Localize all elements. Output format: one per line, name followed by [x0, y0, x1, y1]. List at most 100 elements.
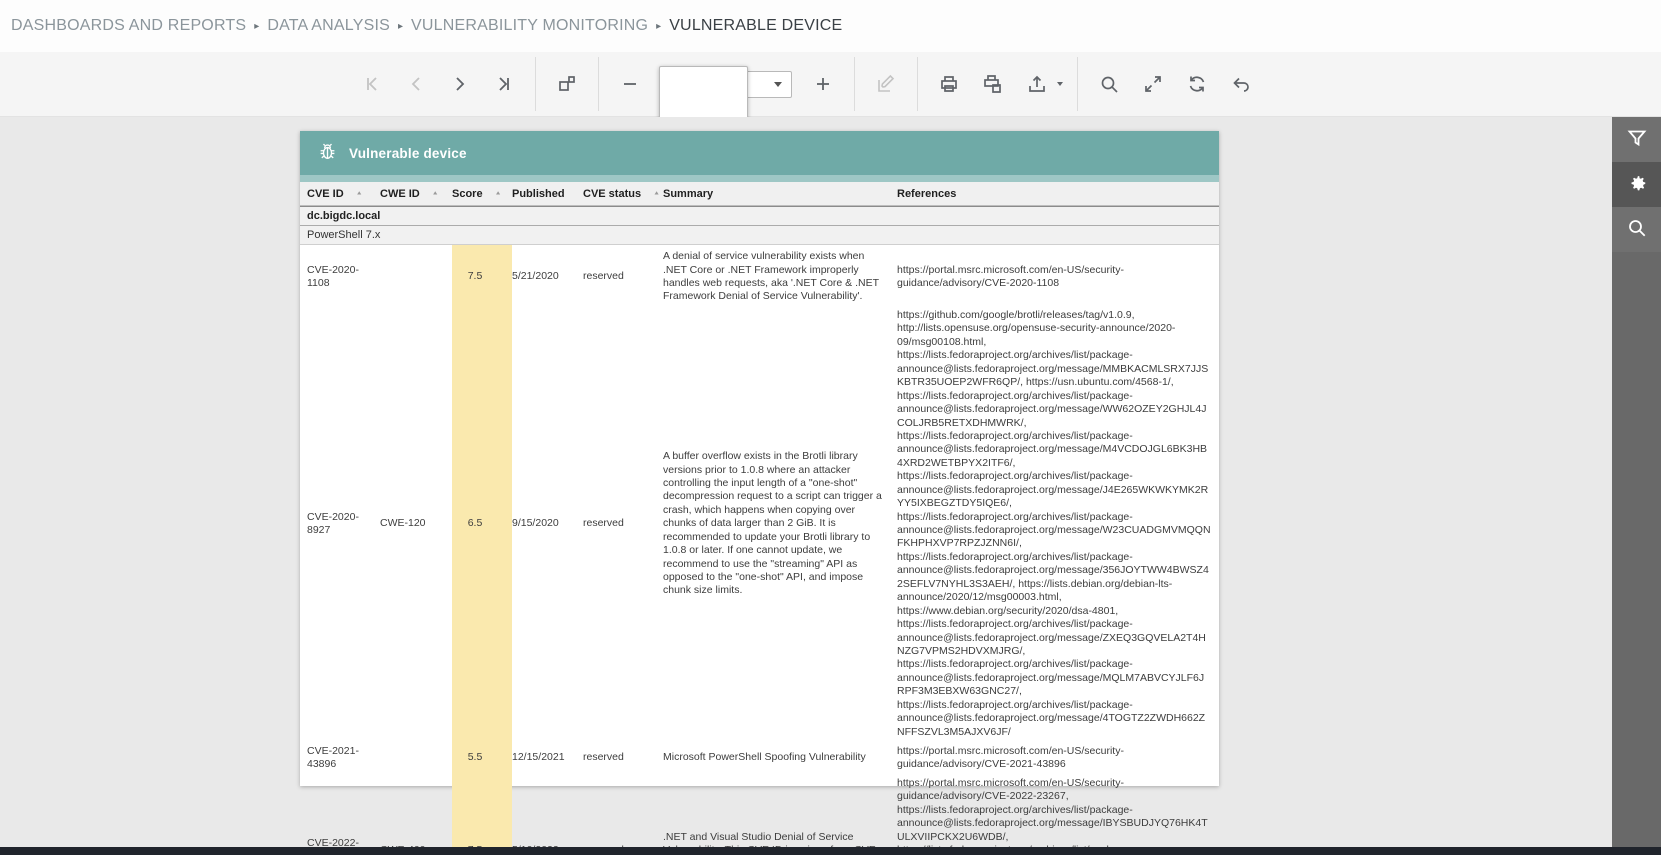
table-header-row: CVE ID ▲ CWE ID ▲ Score ▲ Published CVE …	[300, 182, 1219, 206]
breadcrumb-separator-icon: ▸	[656, 20, 662, 32]
edit-icon	[875, 73, 897, 95]
rail-search-button[interactable]	[1612, 207, 1661, 252]
right-tool-rail	[1612, 117, 1661, 847]
cell-summary: .NET and Visual Studio Denial of Service…	[663, 830, 879, 855]
sort-ascending-icon: ▲	[494, 190, 502, 197]
cell-references: https://portal.msrc.microsoft.com/en-US/…	[897, 744, 1124, 770]
print-button[interactable]	[932, 67, 966, 101]
filter-icon	[1626, 127, 1648, 152]
search-icon	[1098, 73, 1120, 95]
search-icon	[1626, 217, 1648, 242]
breadcrumb-separator-icon: ▸	[397, 20, 403, 32]
export-button[interactable]	[1020, 67, 1054, 101]
column-header-references[interactable]: References	[897, 182, 1219, 205]
previous-page-icon	[406, 74, 426, 94]
breadcrumb-item-dashboards[interactable]: DASHBOARDS AND REPORTS	[11, 17, 246, 35]
breadcrumb-item-data-analysis[interactable]: DATA ANALYSIS	[267, 17, 390, 35]
bug-icon	[317, 141, 338, 165]
group-row-device: dc.bigdc.local	[300, 206, 1219, 226]
cell-score: 7.5	[452, 777, 512, 855]
table-row: CVE-2020-1108 7.5 5/21/2020 reserved A d…	[300, 245, 1219, 309]
report-viewer-window: DASHBOARDS AND REPORTS ▸ DATA ANALYSIS ▸…	[0, 0, 1661, 855]
edit-report-button[interactable]	[869, 67, 903, 101]
report-header-strip	[300, 175, 1219, 182]
cell-score: 5.5	[452, 739, 512, 777]
cell-cve-status: reserved	[583, 517, 624, 530]
gear-icon	[1626, 172, 1648, 197]
toolbar-divider	[535, 57, 536, 111]
zoom-out-button[interactable]	[613, 67, 647, 101]
page-layout-icon	[556, 73, 578, 95]
zoom-out-icon	[620, 74, 640, 94]
cell-cwe-id	[380, 245, 452, 309]
chevron-down-icon[interactable]	[1057, 82, 1063, 86]
cell-score: 7.5	[452, 245, 512, 309]
undo-button[interactable]	[1224, 67, 1258, 101]
cell-published: 9/15/2020	[512, 517, 559, 530]
column-header-summary[interactable]: Summary	[663, 182, 897, 205]
cell-cwe-id	[380, 739, 452, 777]
cell-summary: A buffer overflow exists in the Brotli l…	[663, 450, 882, 597]
toolbar-divider	[854, 57, 855, 111]
next-page-icon	[450, 74, 470, 94]
zoom-in-button[interactable]	[806, 67, 840, 101]
column-header-cve-status[interactable]: CVE status ▲	[583, 182, 663, 205]
print-page-icon	[982, 73, 1004, 95]
column-header-cwe-id[interactable]: CWE ID ▲	[380, 182, 452, 205]
cell-summary: A denial of service vulnerability exists…	[663, 250, 879, 303]
column-header-published[interactable]: Published	[512, 182, 583, 205]
filter-button[interactable]	[1612, 117, 1661, 162]
table-row: CVE-2021-43896 5.5 12/15/2021 reserved M…	[300, 739, 1219, 777]
cell-cve-id: CVE-2022-23267	[307, 837, 359, 855]
table-row: CVE-2020-8927 CWE-120 6.5 9/15/2020 rese…	[300, 309, 1219, 739]
first-page-button[interactable]	[355, 67, 389, 101]
cell-cwe-id: CWE-400	[380, 777, 452, 855]
search-button[interactable]	[1092, 67, 1126, 101]
sort-ascending-icon: ▲	[653, 190, 661, 197]
cell-cwe-id: CWE-120	[380, 517, 426, 530]
window-bottom-edge	[0, 847, 1661, 855]
column-header-cve-id[interactable]: CVE ID ▲	[307, 182, 380, 205]
report-title: Vulnerable device	[349, 145, 467, 161]
cell-score: 6.5	[452, 309, 512, 739]
breadcrumb: DASHBOARDS AND REPORTS ▸ DATA ANALYSIS ▸…	[0, 0, 1661, 52]
report-header: Vulnerable device	[300, 131, 1219, 175]
last-page-button[interactable]	[487, 67, 521, 101]
document-viewport: Vulnerable device CVE ID ▲ CWE ID ▲ Scor…	[0, 117, 1661, 855]
breadcrumb-item-vulnerability-monitoring[interactable]: VULNERABILITY MONITORING	[411, 17, 648, 35]
chevron-down-icon	[774, 81, 782, 87]
group-row-product: PowerShell 7.x	[300, 226, 1219, 245]
next-page-button[interactable]	[443, 67, 477, 101]
cell-published: 12/15/2021	[512, 751, 565, 764]
toolbar-divider	[1077, 57, 1078, 111]
report-toolbar: 1 of 4980	[0, 52, 1661, 721]
full-screen-button[interactable]	[1136, 67, 1170, 101]
refresh-icon	[1186, 73, 1208, 95]
table-row: CVE-2022-23267 CWE-400 7.5 5/10/2022 res…	[300, 777, 1219, 855]
settings-button[interactable]	[1612, 162, 1661, 207]
cell-references: https://portal.msrc.microsoft.com/en-US/…	[897, 263, 1124, 289]
export-icon	[1026, 73, 1048, 95]
last-page-icon	[494, 74, 514, 94]
print-page-button[interactable]	[976, 67, 1010, 101]
cell-references: https://github.com/google/brotli/release…	[897, 309, 1211, 738]
previous-page-button[interactable]	[399, 67, 433, 101]
cell-references: https://portal.msrc.microsoft.com/en-US/…	[897, 777, 1208, 855]
sort-ascending-icon: ▲	[355, 190, 363, 197]
undo-icon	[1230, 73, 1252, 95]
zoom-in-icon	[813, 74, 833, 94]
print-icon	[938, 73, 960, 95]
refresh-button[interactable]	[1180, 67, 1214, 101]
full-screen-icon	[1142, 73, 1164, 95]
breadcrumb-separator-icon: ▸	[254, 20, 260, 32]
first-page-icon	[362, 74, 382, 94]
page-layout-button[interactable]	[550, 67, 584, 101]
breadcrumb-item-vulnerable-device: VULNERABLE DEVICE	[669, 17, 843, 34]
report-page: Vulnerable device CVE ID ▲ CWE ID ▲ Scor…	[300, 131, 1219, 855]
cell-summary: Microsoft PowerShell Spoofing Vulnerabil…	[663, 751, 866, 764]
cell-cve-id: CVE-2020-8927	[307, 510, 359, 536]
column-header-score[interactable]: Score ▲	[452, 182, 512, 205]
cell-cve-id: CVE-2020-1108	[307, 263, 359, 289]
cell-cve-id: CVE-2021-43896	[307, 744, 359, 770]
toolbar-divider	[598, 57, 599, 111]
